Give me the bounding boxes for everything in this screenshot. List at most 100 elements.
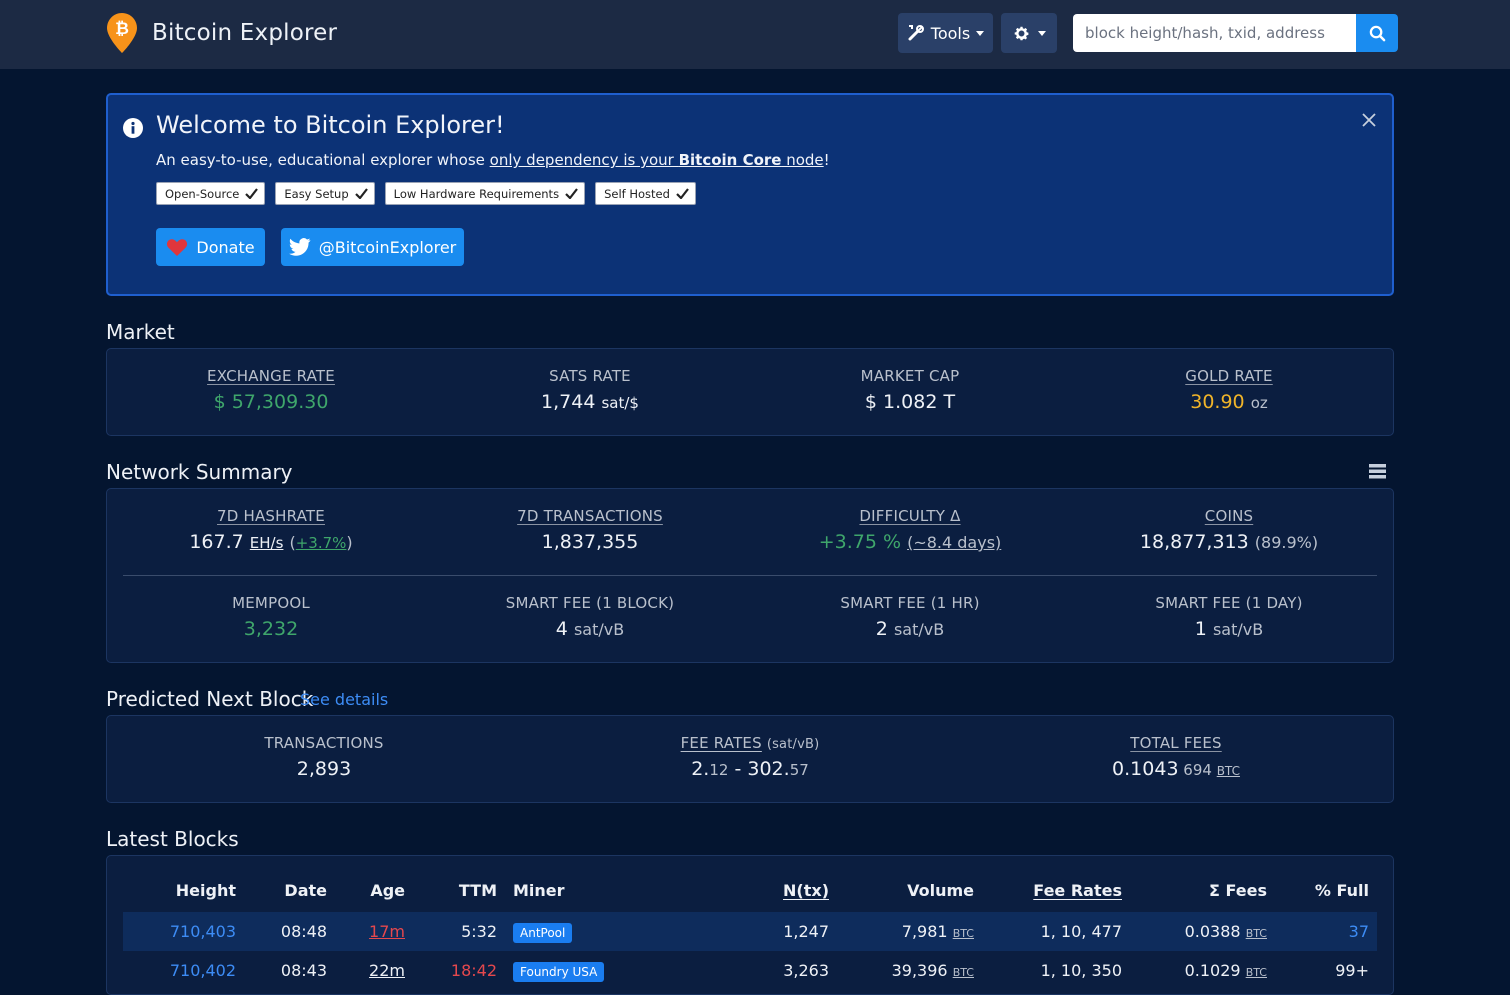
mempool-label: MEMPOOL xyxy=(232,594,310,612)
coins-label[interactable]: COINS xyxy=(1140,507,1318,525)
gold-rate-number: 30.90 xyxy=(1190,391,1245,413)
miner-badge[interactable]: Foundry USA xyxy=(513,962,605,982)
gear-icon xyxy=(1014,26,1028,40)
smart-fee-1hr-stat: SMART FEE (1 HR) 2 sat/vB xyxy=(840,594,979,640)
block-full: 99+ xyxy=(1335,961,1369,980)
dependency-link[interactable]: only dependency is your Bitcoin Core nod… xyxy=(490,151,824,169)
welcome-alert: Welcome to Bitcoin Explorer! An easy-to-… xyxy=(106,93,1394,296)
miner-badge[interactable]: AntPool xyxy=(513,923,573,943)
heart-icon xyxy=(167,238,188,256)
fees-value: 0.1029 xyxy=(1184,961,1241,980)
next-block-card: TRANSACTIONS 2,893 FEE RATES (sat/vB) 2.… xyxy=(106,715,1394,803)
block-ntx: 3,263 xyxy=(783,961,829,980)
search-icon xyxy=(1369,25,1385,41)
transactions-value: 1,837,355 xyxy=(541,531,639,553)
hashrate-stat: 7D HASHRATE 167.7 EH/s (+3.7%) xyxy=(189,507,352,553)
next-block-tx-value: 2,893 xyxy=(296,758,352,780)
network-summary-card: 7D HASHRATE 167.7 EH/s (+3.7%) 7D TRANSA… xyxy=(106,488,1394,663)
hashrate-change-close: ) xyxy=(346,533,353,552)
next-block-fee-label[interactable]: FEE RATES xyxy=(681,734,762,752)
block-date: 08:43 xyxy=(280,961,327,980)
settings-dropdown-button[interactable] xyxy=(1001,13,1057,53)
col-miner: Miner xyxy=(513,881,565,900)
market-cap-label: MARKET CAP xyxy=(860,367,960,385)
gold-rate-label[interactable]: GOLD RATE xyxy=(1185,367,1272,385)
smart-fee-1block-stat: SMART FEE (1 BLOCK) 4 sat/vB xyxy=(506,594,674,640)
block-age: 22m xyxy=(369,961,405,980)
block-ttm: 18:42 xyxy=(450,961,497,980)
fees-unit: BTC xyxy=(1245,966,1267,979)
block-volume: 39,396 BTC xyxy=(850,961,974,980)
smart-fee-1day-value: 1 sat/vB xyxy=(1155,618,1302,640)
sats-rate-unit: sat/$ xyxy=(601,394,639,412)
chip-label: Easy Setup xyxy=(284,186,349,201)
chip-self-hosted: Self Hosted xyxy=(595,182,696,205)
welcome-subtitle: An easy-to-use, educational explorer who… xyxy=(156,151,830,169)
col-ntx[interactable]: N(tx) xyxy=(740,881,829,900)
sats-rate-value: 1,744 sat/$ xyxy=(541,391,639,413)
next-block-total-fees-stat: TOTAL FEES 0.1043 694 BTC xyxy=(1112,734,1240,780)
twitter-label: @BitcoinExplorer xyxy=(318,237,457,257)
next-block-fee-stat: FEE RATES (sat/vB) 2.12 - 302.57 xyxy=(681,734,820,780)
sats-rate-number: 1,744 xyxy=(541,391,596,413)
exchange-rate-label[interactable]: EXCHANGE RATE xyxy=(207,367,335,385)
col-fee-rates[interactable]: Fee Rates xyxy=(990,881,1122,900)
check-icon xyxy=(676,188,689,199)
check-icon xyxy=(245,188,259,199)
search-button[interactable] xyxy=(1356,14,1398,52)
hashrate-label[interactable]: 7D HASHRATE xyxy=(189,507,352,525)
donate-label: Donate xyxy=(196,237,255,257)
latest-blocks-title: Latest Blocks xyxy=(106,827,239,851)
smart-fee-1day-unit: sat/vB xyxy=(1212,620,1264,639)
hashrate-unit: EH/s xyxy=(249,534,284,552)
total-fees-extra-digits: 694 xyxy=(1178,761,1217,779)
list-view-icon[interactable] xyxy=(1369,464,1386,479)
block-fee-rates: 1, 10, 477 xyxy=(1040,922,1122,941)
smart-fee-1block-number: 4 xyxy=(555,618,568,640)
next-block-total-fees-label[interactable]: TOTAL FEES xyxy=(1112,734,1240,752)
gold-rate-value: 30.90 oz xyxy=(1185,391,1272,413)
tools-dropdown-button[interactable]: Tools xyxy=(898,13,993,53)
difficulty-label[interactable]: DIFFICULTY Δ xyxy=(819,507,1002,525)
donate-button[interactable]: Donate xyxy=(156,228,265,266)
block-height-link[interactable]: 710,402 xyxy=(150,961,236,980)
fee-separator: - xyxy=(728,758,748,780)
chip-open-source: Open-Source xyxy=(156,182,266,205)
col-age: Age xyxy=(370,881,405,900)
market-title: Market xyxy=(106,320,175,344)
transactions-label[interactable]: 7D TRANSACTIONS xyxy=(517,507,663,525)
chip-label: Self Hosted xyxy=(604,186,670,201)
search-input[interactable] xyxy=(1073,14,1357,52)
volume-unit: BTC xyxy=(952,927,974,940)
app-title: Bitcoin Explorer xyxy=(152,20,338,46)
col-volume: Volume xyxy=(907,881,974,900)
next-block-tx-stat: TRANSACTIONS 2,893 xyxy=(264,734,383,780)
block-age: 17m xyxy=(369,922,405,941)
close-icon[interactable] xyxy=(1360,111,1378,129)
exchange-rate-stat: EXCHANGE RATE $ 57,309.30 xyxy=(207,367,335,413)
mempool-value[interactable]: 3,232 xyxy=(232,618,310,640)
sats-rate-label: SATS RATE xyxy=(549,367,631,385)
difficulty-stat: DIFFICULTY Δ +3.75 % (~8.4 days) xyxy=(819,507,1002,553)
see-details-link[interactable]: See details xyxy=(300,690,388,709)
next-block-fee-label-row: FEE RATES (sat/vB) xyxy=(681,734,820,752)
info-icon xyxy=(123,118,143,138)
total-fees-unit: BTC xyxy=(1216,764,1240,778)
bitcoin-core-text: Bitcoin Core xyxy=(678,151,782,169)
block-miner: Foundry USA xyxy=(513,961,605,982)
brand[interactable]: ₿ Bitcoin Explorer xyxy=(106,12,337,54)
block-date: 08:48 xyxy=(280,922,327,941)
volume-value: 7,981 xyxy=(901,922,948,941)
hashrate-change: (+3.7%) xyxy=(289,533,352,552)
block-height-link[interactable]: 710,403 xyxy=(150,922,236,941)
volume-value: 39,396 xyxy=(891,961,948,980)
twitter-button[interactable]: @BitcoinExplorer xyxy=(281,228,464,266)
chevron-down-icon xyxy=(1037,30,1046,36)
next-block-total-fees-value: 0.1043 694 BTC xyxy=(1112,758,1240,780)
fee-min-int: 2. xyxy=(691,758,710,780)
chip-label: Low Hardware Requirements xyxy=(393,186,560,201)
smart-fee-1day-label: SMART FEE (1 DAY) xyxy=(1155,594,1303,612)
gold-rate-stat: GOLD RATE 30.90 oz xyxy=(1185,367,1272,413)
block-fees: 0.1029 BTC xyxy=(1140,961,1267,980)
chip-label: Open-Source xyxy=(165,186,240,201)
